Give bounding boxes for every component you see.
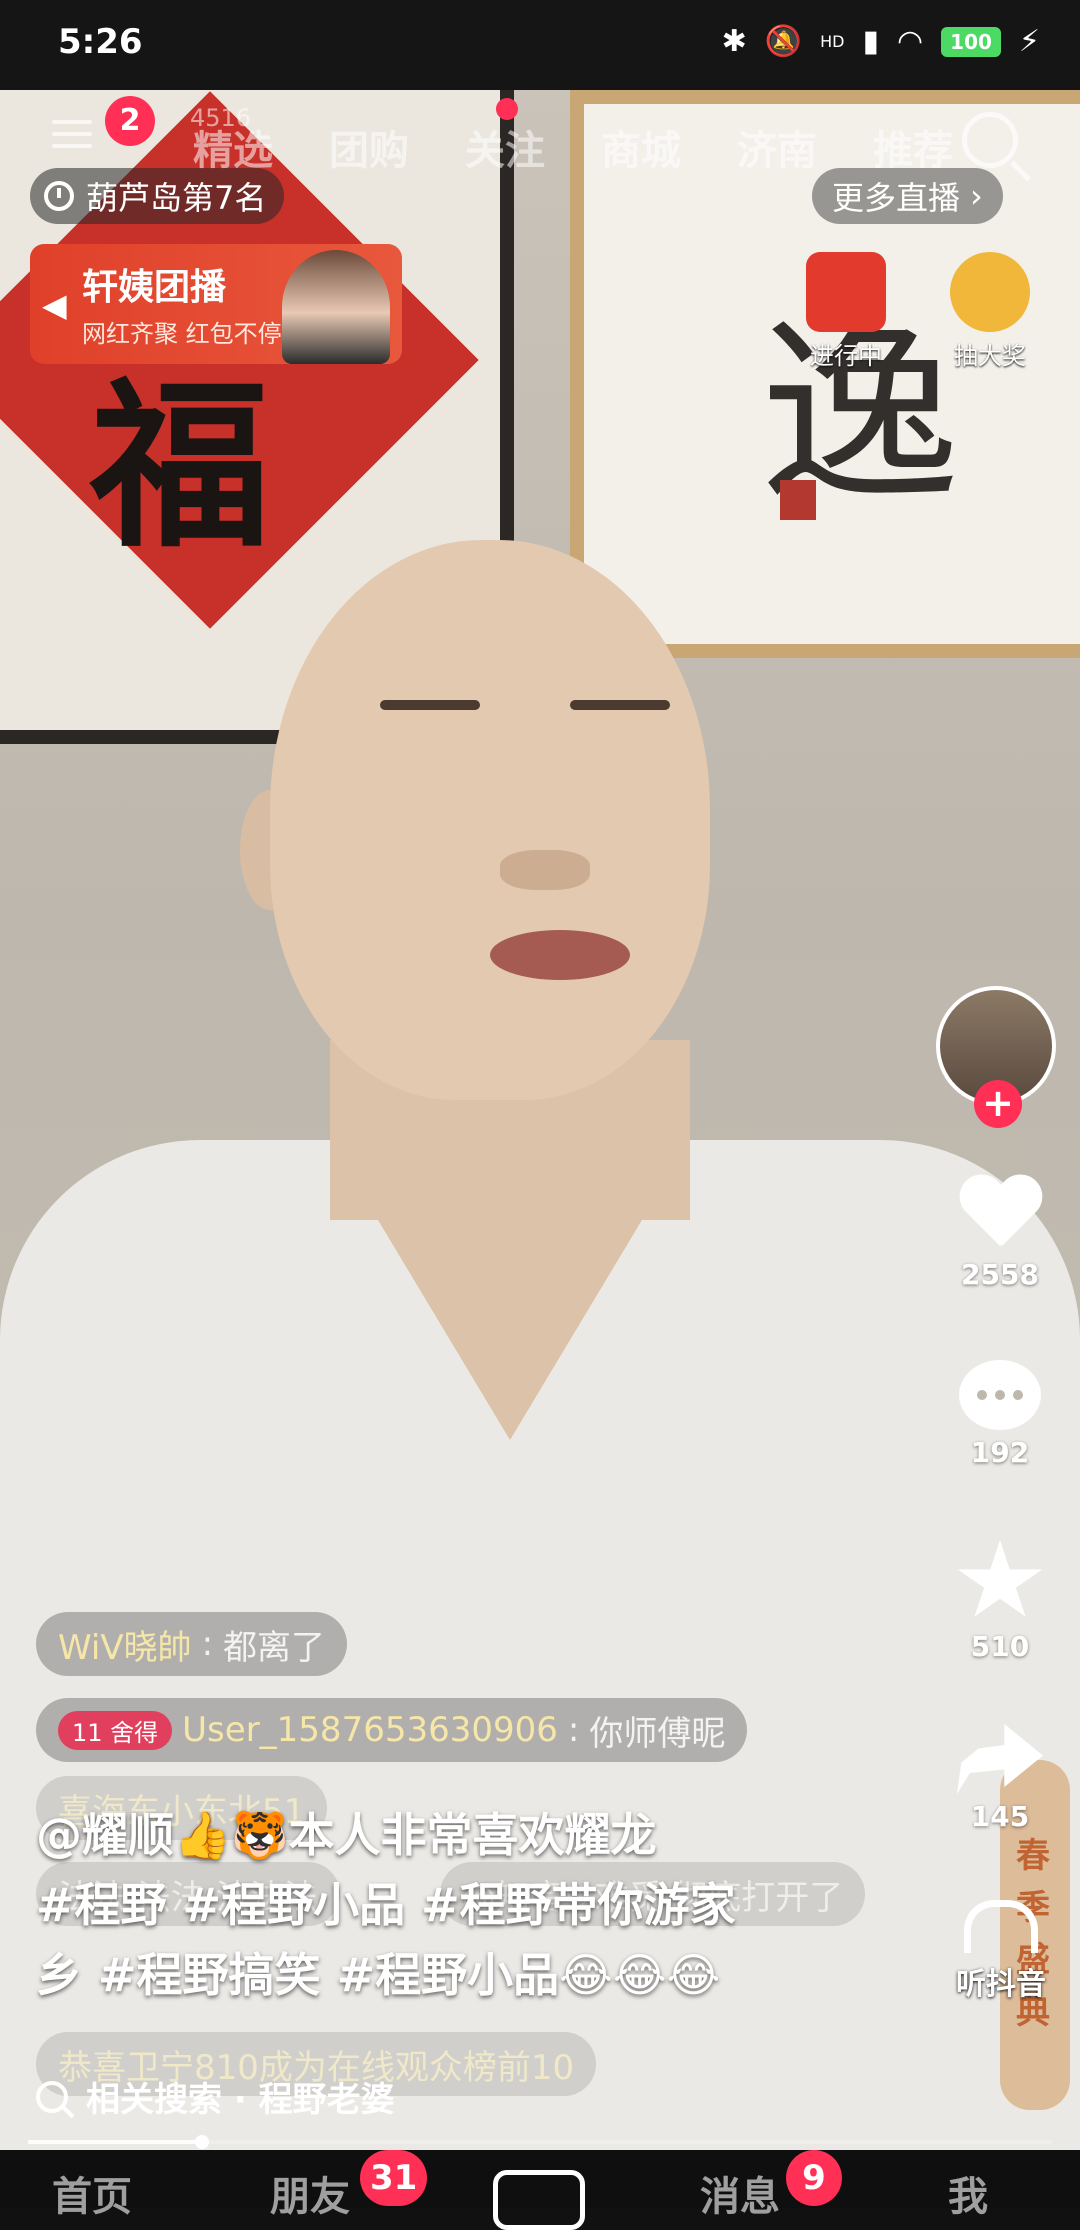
- level-badge: 11 舍得: [58, 1710, 173, 1750]
- chat-text: 你师傅昵: [589, 1713, 726, 1754]
- listen-button[interactable]: 听抖音: [936, 1900, 1066, 2003]
- nav-me[interactable]: 我: [948, 2164, 988, 2222]
- streamer-nose: [500, 850, 590, 890]
- rank-label: 葫芦岛第7名: [86, 179, 267, 217]
- nav-messages[interactable]: 消息: [700, 2164, 780, 2222]
- star-icon: [957, 1540, 1043, 1617]
- tab-local[interactable]: 济南: [709, 118, 845, 176]
- caption-hashtags[interactable]: 乡 #程野搞笑 #程野小品😂😂😂: [36, 1940, 836, 2010]
- battery-level: 100: [941, 26, 1001, 57]
- rank-pill[interactable]: 葫芦岛第7名: [30, 168, 285, 224]
- in-progress-button[interactable]: 进行中: [798, 252, 894, 371]
- following-dot-badge: [496, 98, 518, 120]
- streamer-head: [270, 540, 710, 1100]
- menu-icon[interactable]: [52, 120, 92, 150]
- chevron-right-icon: ›: [970, 177, 983, 215]
- signal-icon: ▮: [862, 24, 879, 59]
- search-icon[interactable]: [962, 112, 1018, 168]
- red-seal: [780, 480, 816, 520]
- tab-group-buy[interactable]: 团购: [301, 118, 437, 176]
- chevron-left-icon: ◀: [42, 286, 67, 324]
- mute-icon: 🔕: [764, 24, 803, 59]
- lottery-icon: [950, 252, 1030, 332]
- nav-home[interactable]: 首页: [52, 2164, 132, 2222]
- wifi-icon: ◠: [896, 24, 924, 59]
- streamer-eye-left: [380, 700, 480, 710]
- nav-friends[interactable]: 朋友: [270, 2164, 350, 2222]
- status-icons: ✱ 🔕 HD ▮ ◠ 100 ⚡: [722, 24, 1040, 59]
- like-button[interactable]: 2558: [940, 1176, 1060, 1291]
- live-avatar-icon: [806, 252, 886, 332]
- search-icon: [36, 2080, 68, 2113]
- tab-mall[interactable]: 商城: [573, 118, 709, 176]
- progress-knob[interactable]: [195, 2135, 210, 2149]
- chat-username: WiV晓帥: [58, 1627, 192, 1668]
- share-icon: [957, 1724, 1043, 1794]
- chat-message: WiV晓帥: 都离了: [36, 1612, 348, 1676]
- more-live-button[interactable]: 更多直播 ›: [812, 168, 1003, 224]
- comment-icon: [959, 1360, 1041, 1430]
- chat-username: User_1587653630906: [182, 1710, 558, 1750]
- promo-avatar: [282, 250, 390, 364]
- caption-hashtags[interactable]: #程野 #程野小品 #程野带你游家: [36, 1870, 836, 1940]
- tab-following[interactable]: 关注: [437, 118, 573, 176]
- share-button[interactable]: 145: [940, 1724, 1060, 1833]
- bluetooth-icon: ✱: [721, 24, 747, 59]
- promo-title: 轩姨团播: [82, 267, 227, 308]
- streamer-eye-right: [570, 700, 670, 710]
- follow-plus-button[interactable]: +: [974, 1080, 1022, 1128]
- heart-icon: [958, 1176, 1042, 1252]
- chat-text: 都离了: [223, 1627, 326, 1668]
- favorite-count: 510: [970, 1630, 1030, 1663]
- caption-line: @耀顺👍🐯本人非常喜欢耀龙: [36, 1808, 657, 1862]
- clock-icon: [44, 181, 74, 211]
- messages-badge: 9: [786, 2150, 842, 2206]
- headphones-icon: [964, 1900, 1038, 1953]
- clock: 5:26: [58, 22, 143, 62]
- like-count: 2558: [961, 1258, 1039, 1291]
- status-bar: 5:26 ✱ 🔕 HD ▮ ◠ 100 ⚡: [0, 0, 1080, 90]
- favorite-button[interactable]: 510: [940, 1540, 1060, 1663]
- network-label: HD: [820, 32, 845, 51]
- more-live-label: 更多直播: [832, 179, 961, 217]
- chat-message: 11 舍得 User_1587653630906: 你师傅昵: [36, 1698, 748, 1762]
- notification-badge: 2: [105, 96, 155, 146]
- related-search-label: 相关搜索 · 程野老婆: [86, 2080, 395, 2120]
- friends-badge: 31: [360, 2150, 428, 2206]
- in-progress-label: 进行中: [810, 342, 882, 370]
- related-search[interactable]: 相关搜索 · 程野老婆: [36, 2072, 395, 2121]
- create-plus-button[interactable]: [493, 2170, 585, 2230]
- comment-button[interactable]: 192: [940, 1360, 1060, 1469]
- video-caption[interactable]: @耀顺👍🐯本人非常喜欢耀龙 #程野 #程野小品 #程野带你游家 乡 #程野搞笑 …: [36, 1800, 836, 2010]
- video-progress-bar[interactable]: [28, 2135, 1052, 2149]
- promo-card[interactable]: ◀ 轩姨团播 网红齐聚 红包不停: [30, 244, 402, 364]
- comment-count: 192: [970, 1436, 1030, 1469]
- lottery-label: 抽大奖: [954, 342, 1026, 370]
- lottery-button[interactable]: 抽大奖: [942, 252, 1038, 371]
- progress-fill: [28, 2140, 203, 2144]
- promo-subtitle: 网红齐聚 红包不停: [82, 320, 282, 348]
- streamer-mouth: [490, 930, 630, 980]
- share-count: 145: [970, 1800, 1030, 1833]
- listen-label: 听抖音: [956, 1967, 1046, 2002]
- charging-icon: ⚡: [1018, 24, 1040, 59]
